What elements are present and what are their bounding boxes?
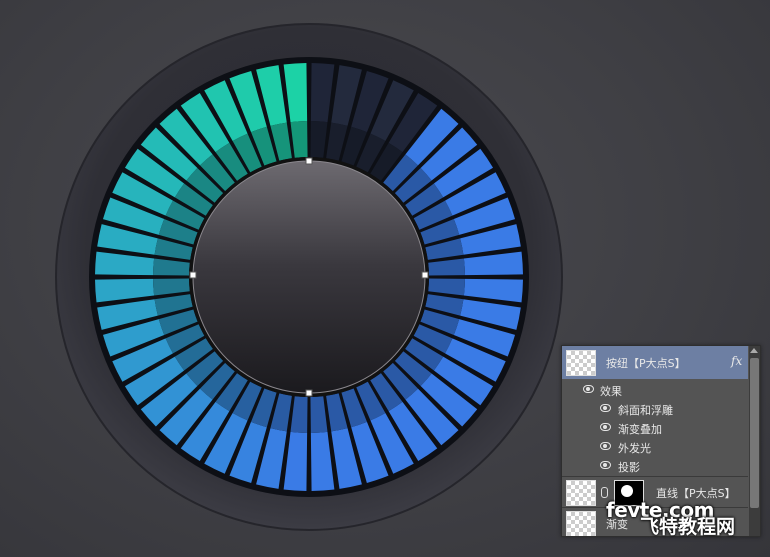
scrollbar[interactable]	[749, 346, 760, 536]
layer-thumbnail	[566, 511, 596, 536]
eye-icon[interactable]	[600, 461, 611, 469]
effect-row[interactable]: 斜面和浮雕	[562, 399, 748, 419]
handle-top	[305, 157, 313, 165]
center-button	[192, 160, 426, 394]
layer-row-button[interactable]: 按纽【P大点S】 fx	[562, 346, 748, 379]
layer-name: 按纽【P大点S】	[606, 357, 686, 370]
effects-header: 效果	[600, 385, 622, 398]
effect-name: 外发光	[618, 442, 651, 455]
scroll-thumb[interactable]	[750, 358, 759, 508]
effects-header-row[interactable]: 效果	[562, 380, 748, 400]
watermark-chinese: 飞特教程网	[640, 516, 736, 538]
handle-left	[189, 271, 197, 279]
effect-name: 渐变叠加	[618, 423, 662, 436]
handle-bottom	[305, 389, 313, 397]
effect-row[interactable]: 投影	[562, 456, 748, 476]
eye-icon[interactable]	[583, 385, 594, 393]
effect-row[interactable]: 渐变叠加	[562, 418, 748, 438]
effect-row[interactable]: 外发光	[562, 437, 748, 457]
handle-right	[421, 271, 429, 279]
link-icon	[601, 487, 608, 498]
scroll-up-icon[interactable]	[750, 348, 758, 353]
eye-icon[interactable]	[600, 404, 611, 412]
eye-icon[interactable]	[600, 442, 611, 450]
watermark: fevte.com 飞特教程网	[600, 500, 735, 537]
effect-name: 投影	[618, 461, 640, 474]
effect-name: 斜面和浮雕	[618, 404, 673, 417]
layer-thumbnail	[566, 350, 596, 376]
fx-icon[interactable]: fx	[731, 354, 742, 368]
layer-thumbnail	[566, 480, 596, 506]
eye-icon[interactable]	[600, 423, 611, 431]
